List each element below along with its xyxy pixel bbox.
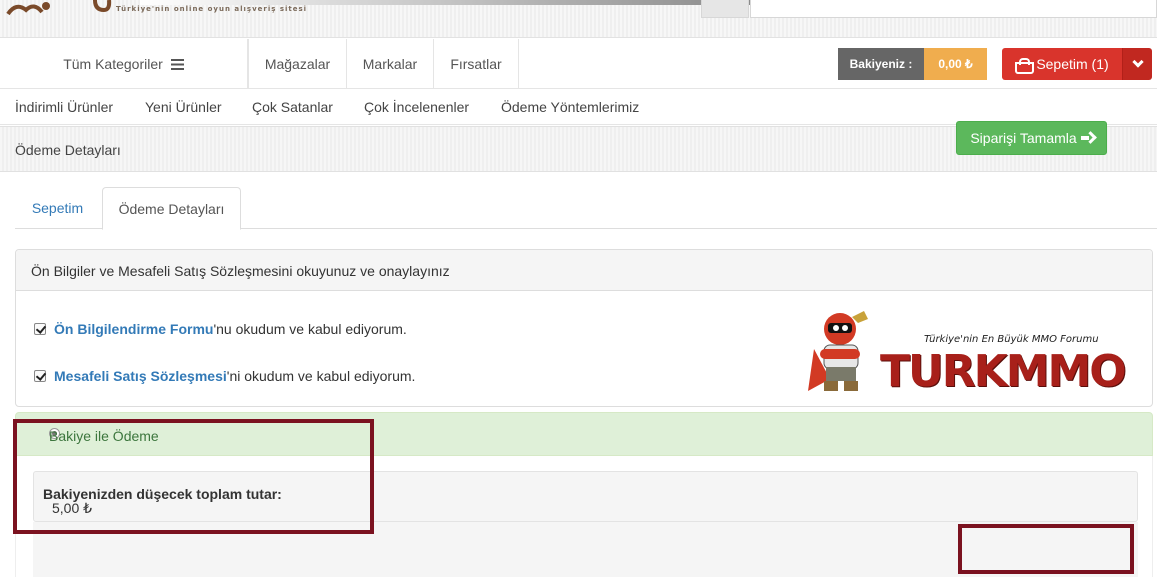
chevron-down-icon: [1131, 56, 1144, 68]
subnav-new[interactable]: Yeni Ürünler: [145, 89, 222, 125]
subnav-bestsellers[interactable]: Çok Satanlar: [252, 89, 333, 125]
distance-sales-suffix: 'ni okudum ve kabul ediyorum.: [226, 368, 416, 384]
nav-link-stores[interactable]: Mağazalar: [248, 39, 347, 89]
tab-payment-details[interactable]: Ödeme Detayları: [102, 187, 241, 230]
brand-logo: Türkiye'nin En Büyük MMO Forumu TURKMMO: [878, 332, 1127, 398]
cart-button-group: Sepetim (1): [1002, 48, 1152, 80]
cart-label: Sepetim (1): [1036, 56, 1109, 72]
cart-button[interactable]: Sepetim (1): [1002, 48, 1122, 80]
sub-navbar: İndirimli Ürünler Yeni Ürünler Çok Satan…: [0, 89, 1157, 125]
page-title: Ödeme Detayları: [15, 142, 121, 158]
hamburger-icon: [170, 58, 184, 70]
top-search-input[interactable]: [750, 0, 1157, 18]
balance-label: Bakiyeniz :: [838, 48, 924, 80]
cart-dropdown-toggle[interactable]: [1122, 48, 1152, 80]
main-navbar: Tüm Kategoriler Mağazalar Markalar Fırsa…: [0, 39, 1157, 89]
distance-sales-link[interactable]: Mesafeli Satış Sözleşmesi: [54, 368, 227, 384]
balance-value: 0,00 ₺: [924, 48, 987, 80]
preinfo-checkbox[interactable]: [34, 323, 46, 335]
site-logo-mark-2: [93, 0, 112, 12]
balance-badge[interactable]: Bakiyeniz : 0,00 ₺: [838, 48, 987, 80]
arrow-right-icon: [1080, 132, 1093, 144]
basket-icon: [1015, 58, 1035, 74]
complete-order-button[interactable]: Siparişi Tamamla: [956, 121, 1107, 155]
subnav-most-viewed[interactable]: Çok İncelenenler: [364, 89, 469, 125]
subnav-discounted[interactable]: İndirimli Ürünler: [15, 89, 113, 125]
preinfo-link[interactable]: Ön Bilgilendirme Formu: [54, 321, 213, 337]
agreement-panel-header: Ön Bilgiler ve Mesafeli Satış Sözleşmesi…: [16, 250, 1152, 291]
highlight-box-submit: [958, 524, 1134, 574]
mascot-logo-icon: [808, 311, 868, 391]
all-categories-label: Tüm Kategoriler: [63, 56, 163, 72]
tab-cart[interactable]: Sepetim: [15, 187, 100, 229]
site-logo-icon[interactable]: [6, 0, 50, 16]
top-button[interactable]: [701, 0, 749, 18]
distance-sales-checkbox[interactable]: [34, 370, 46, 382]
nav-link-brands[interactable]: Markalar: [347, 39, 434, 89]
top-banner: Türkiye'nin online oyun alışveriş sitesi: [0, 0, 1157, 38]
brand-slogan: Türkiye'nin En Büyük MMO Forumu: [924, 334, 1099, 345]
nav-link-deals[interactable]: Fırsatlar: [434, 39, 519, 89]
agreement-row-distance-sales: Mesafeli Satış Sözleşmesi 'ni okudum ve …: [34, 368, 415, 384]
site-tagline: Türkiye'nin online oyun alışveriş sitesi: [116, 5, 308, 13]
complete-order-label: Siparişi Tamamla: [970, 130, 1077, 146]
preinfo-suffix: 'nu okudum ve kabul ediyorum.: [213, 321, 407, 337]
brand-name: TURKMMO: [880, 346, 1127, 397]
agreement-row-preinfo: Ön Bilgilendirme Formu 'nu okudum ve kab…: [34, 321, 407, 337]
highlight-box-payment: [13, 419, 374, 534]
agreement-heading: Ön Bilgiler ve Mesafeli Satış Sözleşmesi…: [31, 263, 450, 279]
all-categories-button[interactable]: Tüm Kategoriler: [0, 39, 248, 89]
checkout-tabs: Sepetim Ödeme Detayları: [15, 187, 1157, 230]
subnav-payment-methods[interactable]: Ödeme Yöntemlerimiz: [501, 89, 639, 125]
